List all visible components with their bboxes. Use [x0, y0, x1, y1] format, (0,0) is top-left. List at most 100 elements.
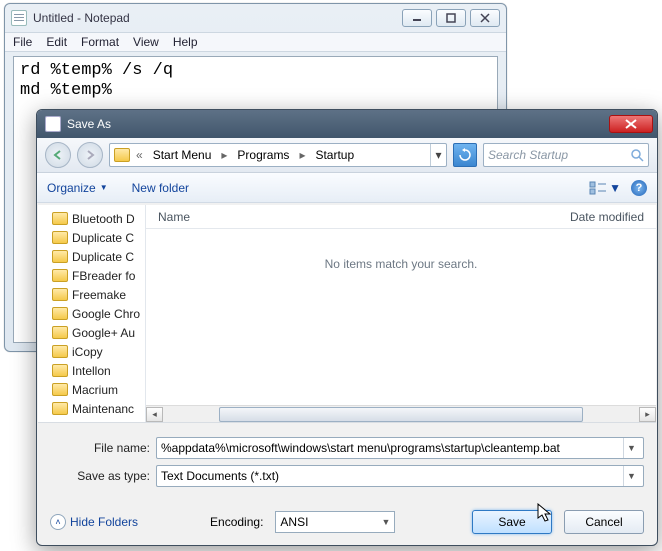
tree-item-label: Google+ Au: [72, 326, 135, 340]
tree-item[interactable]: Intellon: [52, 361, 145, 380]
fields-area: File name: %appdata%\microsoft\windows\s…: [38, 429, 656, 497]
list-header[interactable]: Name Date modified: [146, 205, 656, 229]
notepad-title: Untitled - Notepad: [33, 11, 130, 25]
chevron-up-icon: ˄: [50, 514, 66, 530]
chevron-down-icon: ▼: [100, 183, 108, 192]
saveas-title: Save As: [67, 117, 111, 131]
saveastype-label: Save as type:: [50, 469, 150, 483]
folder-icon: [52, 307, 68, 320]
tree-item-label: Freemake: [72, 288, 126, 302]
filename-value: %appdata%\microsoft\windows\start menu\p…: [161, 441, 560, 455]
tree-item-label: Macrium: [72, 383, 118, 397]
breadcrumb-dropdown[interactable]: ▾: [430, 144, 446, 166]
notepad-menubar: File Edit Format View Help: [5, 32, 506, 52]
toolbar: Organize ▼ New folder ▼ ?: [37, 173, 657, 203]
folder-icon: [114, 148, 130, 162]
notepad-icon: [11, 10, 27, 26]
close-button[interactable]: [470, 9, 500, 27]
tree-item[interactable]: Bluetooth D: [52, 209, 145, 228]
menu-file[interactable]: File: [13, 35, 32, 49]
hide-folders-button[interactable]: ˄ Hide Folders: [50, 514, 138, 530]
new-folder-button[interactable]: New folder: [132, 181, 189, 195]
folder-icon: [52, 402, 68, 415]
col-name[interactable]: Name: [146, 210, 558, 224]
tree-item[interactable]: iCopy: [52, 342, 145, 361]
chevron-down-icon[interactable]: ▼: [623, 466, 639, 486]
filename-input[interactable]: %appdata%\microsoft\windows\start menu\p…: [156, 437, 644, 459]
tree-item-label: iCopy: [72, 345, 103, 359]
tree-item[interactable]: Macrium: [52, 380, 145, 399]
breadcrumb-seg[interactable]: Start Menu: [149, 148, 216, 162]
tree-item-label: FBreader fo: [72, 269, 135, 283]
tree-item-label: Duplicate C: [72, 231, 134, 245]
tree-item[interactable]: Google Chro: [52, 304, 145, 323]
chevron-right-icon: ▸: [297, 148, 307, 162]
scroll-left-button[interactable]: ◂: [146, 407, 163, 422]
folder-icon: [52, 269, 68, 282]
folder-icon: [52, 345, 68, 358]
folder-icon: [52, 288, 68, 301]
cancel-button[interactable]: Cancel: [564, 510, 644, 534]
search-input[interactable]: Search Startup: [483, 143, 649, 167]
tree-item[interactable]: Freemake: [52, 285, 145, 304]
breadcrumb-seg[interactable]: Startup: [311, 148, 358, 162]
tree-item[interactable]: Duplicate C: [52, 247, 145, 266]
scroll-right-button[interactable]: ▸: [639, 407, 656, 422]
empty-message: No items match your search.: [146, 229, 656, 405]
col-date[interactable]: Date modified: [558, 210, 656, 224]
folder-icon: [52, 231, 68, 244]
saveas-icon: [45, 116, 61, 132]
saveas-dialog: Save As « Start Menu ▸ Programs ▸ Startu…: [36, 109, 658, 546]
folder-tree[interactable]: Bluetooth D Duplicate C Duplicate C FBreade…: [38, 205, 146, 422]
tree-item-label: Maintenanc: [72, 402, 134, 416]
folder-icon: [52, 326, 68, 339]
breadcrumb[interactable]: « Start Menu ▸ Programs ▸ Startup ▾: [109, 143, 447, 167]
view-options-button[interactable]: ▼: [589, 181, 621, 195]
search-icon: [630, 148, 644, 162]
folder-icon: [52, 383, 68, 396]
tree-item-label: Duplicate C: [72, 250, 134, 264]
tree-item-label: Google Chro: [72, 307, 140, 321]
encoding-select[interactable]: ANSI ▼: [275, 511, 395, 533]
back-button[interactable]: [45, 142, 71, 168]
chevron-down-icon[interactable]: ▼: [381, 517, 390, 527]
encoding-label: Encoding:: [210, 515, 263, 529]
tree-item[interactable]: Duplicate C: [52, 228, 145, 247]
menu-edit[interactable]: Edit: [46, 35, 67, 49]
chevron-down-icon[interactable]: ▼: [623, 438, 639, 458]
organize-menu[interactable]: Organize ▼: [47, 181, 108, 195]
folder-icon: [52, 364, 68, 377]
scroll-track[interactable]: [164, 407, 638, 422]
menu-help[interactable]: Help: [173, 35, 198, 49]
help-button[interactable]: ?: [631, 180, 647, 196]
menu-format[interactable]: Format: [81, 35, 119, 49]
saveas-titlebar[interactable]: Save As: [37, 110, 657, 138]
folder-icon: [52, 212, 68, 225]
footer: ˄ Hide Folders Encoding: ANSI ▼ Save Can…: [38, 500, 656, 544]
forward-button[interactable]: [77, 142, 103, 168]
scroll-thumb[interactable]: [219, 407, 583, 422]
encoding-value: ANSI: [280, 515, 308, 529]
tree-item[interactable]: Google+ Au: [52, 323, 145, 342]
maximize-button[interactable]: [436, 9, 466, 27]
horizontal-scrollbar[interactable]: ◂ ▸: [146, 405, 656, 422]
search-placeholder: Search Startup: [488, 148, 568, 162]
tree-item[interactable]: FBreader fo: [52, 266, 145, 285]
minimize-button[interactable]: [402, 9, 432, 27]
view-icon: [589, 181, 607, 195]
nav-bar: « Start Menu ▸ Programs ▸ Startup ▾ Sear…: [37, 138, 657, 173]
saveastype-select[interactable]: Text Documents (*.txt) ▼: [156, 465, 644, 487]
refresh-button[interactable]: [453, 143, 477, 167]
tree-item[interactable]: Maintenanc: [52, 399, 145, 418]
breadcrumb-seg[interactable]: Programs: [233, 148, 293, 162]
close-button[interactable]: [609, 115, 653, 133]
menu-view[interactable]: View: [133, 35, 159, 49]
save-button[interactable]: Save: [472, 510, 552, 534]
tree-item-label: Bluetooth D: [72, 212, 135, 226]
file-list: Name Date modified No items match your s…: [146, 205, 656, 422]
saveastype-value: Text Documents (*.txt): [161, 469, 279, 483]
chevron-right-icon: ▸: [219, 148, 229, 162]
notepad-titlebar[interactable]: Untitled - Notepad: [5, 4, 506, 32]
chevron-left-icon: «: [134, 148, 145, 162]
folder-icon: [52, 250, 68, 263]
